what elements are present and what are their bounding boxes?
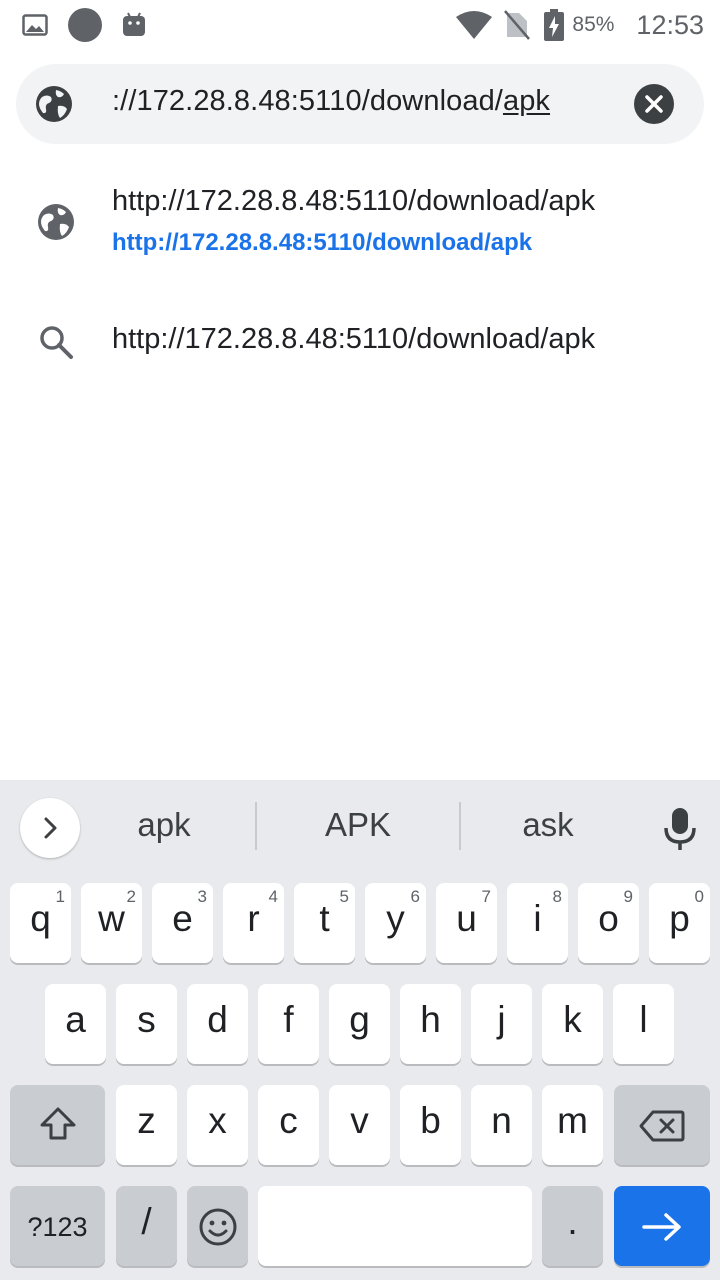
shift-key[interactable] [10, 1085, 105, 1165]
search-icon [40, 326, 73, 359]
key-j[interactable]: j [471, 984, 532, 1064]
globe-icon [36, 86, 72, 122]
space-key[interactable] [258, 1186, 532, 1266]
key-z[interactable]: z [116, 1085, 177, 1165]
chevron-right-icon [44, 817, 57, 839]
key-n[interactable]: n [471, 1085, 532, 1165]
image-icon [22, 14, 48, 36]
status-bar-system: 85% 12:53 [456, 6, 704, 44]
key-k[interactable]: k [542, 984, 603, 1064]
status-bar-notifications [22, 8, 146, 42]
url-composing-text: apk [502, 85, 551, 117]
key-i[interactable]: i8 [507, 883, 568, 963]
key-y[interactable]: y6 [365, 883, 426, 963]
globe-icon [38, 204, 74, 240]
word-suggestion[interactable]: ask [458, 806, 638, 844]
address-bar-input[interactable]: ://172.28.8.48:5110/download/apk [112, 85, 550, 118]
emoji-icon [199, 1208, 237, 1246]
symbols-key[interactable]: ?123 [10, 1186, 105, 1266]
suggestion-title: http://172.28.8.48:5110/download/apk [112, 185, 596, 217]
backspace-icon [639, 1110, 685, 1142]
key-b[interactable]: b [400, 1085, 461, 1165]
key-v[interactable]: v [329, 1085, 390, 1165]
key-w[interactable]: w2 [81, 883, 142, 963]
key-c[interactable]: c [258, 1085, 319, 1165]
key-x[interactable]: x [187, 1085, 248, 1165]
key-f[interactable]: f [258, 984, 319, 1064]
emoji-key[interactable] [187, 1186, 248, 1266]
key-q[interactable]: q1 [10, 883, 71, 963]
key-l[interactable]: l [613, 984, 674, 1064]
suggestion-url-text: http://172.28.8.48:5110/download/apk [112, 229, 533, 256]
battery-percentage: 85% [572, 13, 615, 36]
divider [255, 802, 257, 850]
key-p[interactable]: p0 [649, 883, 710, 963]
suggestion-title: http://172.28.8.48:5110/download/apk [112, 323, 596, 355]
word-suggestion[interactable]: APK [268, 806, 448, 844]
url-text: ://172.28.8.48:5110/download/ [112, 85, 503, 117]
keyboard: apk APK ask q1 w2 e3 r4 t5 y6 u7 i8 o9 p… [0, 780, 720, 1280]
key-r[interactable]: r4 [223, 883, 284, 963]
battery-charging-icon [544, 9, 565, 41]
android-icon [123, 12, 145, 36]
key-h[interactable]: h [400, 984, 461, 1064]
key-o[interactable]: o9 [578, 883, 639, 963]
suggestion-search[interactable]: http://172.28.8.48:5110/download/apk [0, 300, 720, 386]
key-u[interactable]: u7 [436, 883, 497, 963]
key-m[interactable]: m [542, 1085, 603, 1165]
keyboard-suggestion-strip: apk APK ask [0, 780, 720, 876]
expand-toolbar-button[interactable] [20, 798, 80, 858]
status-bar: 85% 12:53 [0, 0, 720, 50]
no-sim-icon [504, 10, 531, 40]
key-period[interactable]: . [542, 1186, 603, 1266]
key-e[interactable]: e3 [152, 883, 213, 963]
suggestion-url[interactable]: http://172.28.8.48:5110/download/apk htt… [0, 168, 720, 278]
clock: 12:53 [636, 9, 704, 40]
circle-notification-icon [68, 8, 102, 42]
shift-icon [40, 1107, 76, 1140]
word-suggestion[interactable]: apk [74, 806, 254, 844]
key-slash[interactable]: / [116, 1186, 177, 1266]
backspace-key[interactable] [614, 1085, 710, 1165]
clear-icon[interactable] [632, 82, 676, 126]
go-key[interactable] [614, 1186, 710, 1266]
wifi-icon [456, 11, 493, 39]
key-s[interactable]: s [116, 984, 177, 1064]
key-g[interactable]: g [329, 984, 390, 1064]
arrow-right-icon [642, 1213, 681, 1241]
key-a[interactable]: a [45, 984, 106, 1064]
key-d[interactable]: d [187, 984, 248, 1064]
microphone-icon[interactable] [660, 806, 700, 852]
key-t[interactable]: t5 [294, 883, 355, 963]
address-bar[interactable]: ://172.28.8.48:5110/download/apk [16, 64, 704, 144]
